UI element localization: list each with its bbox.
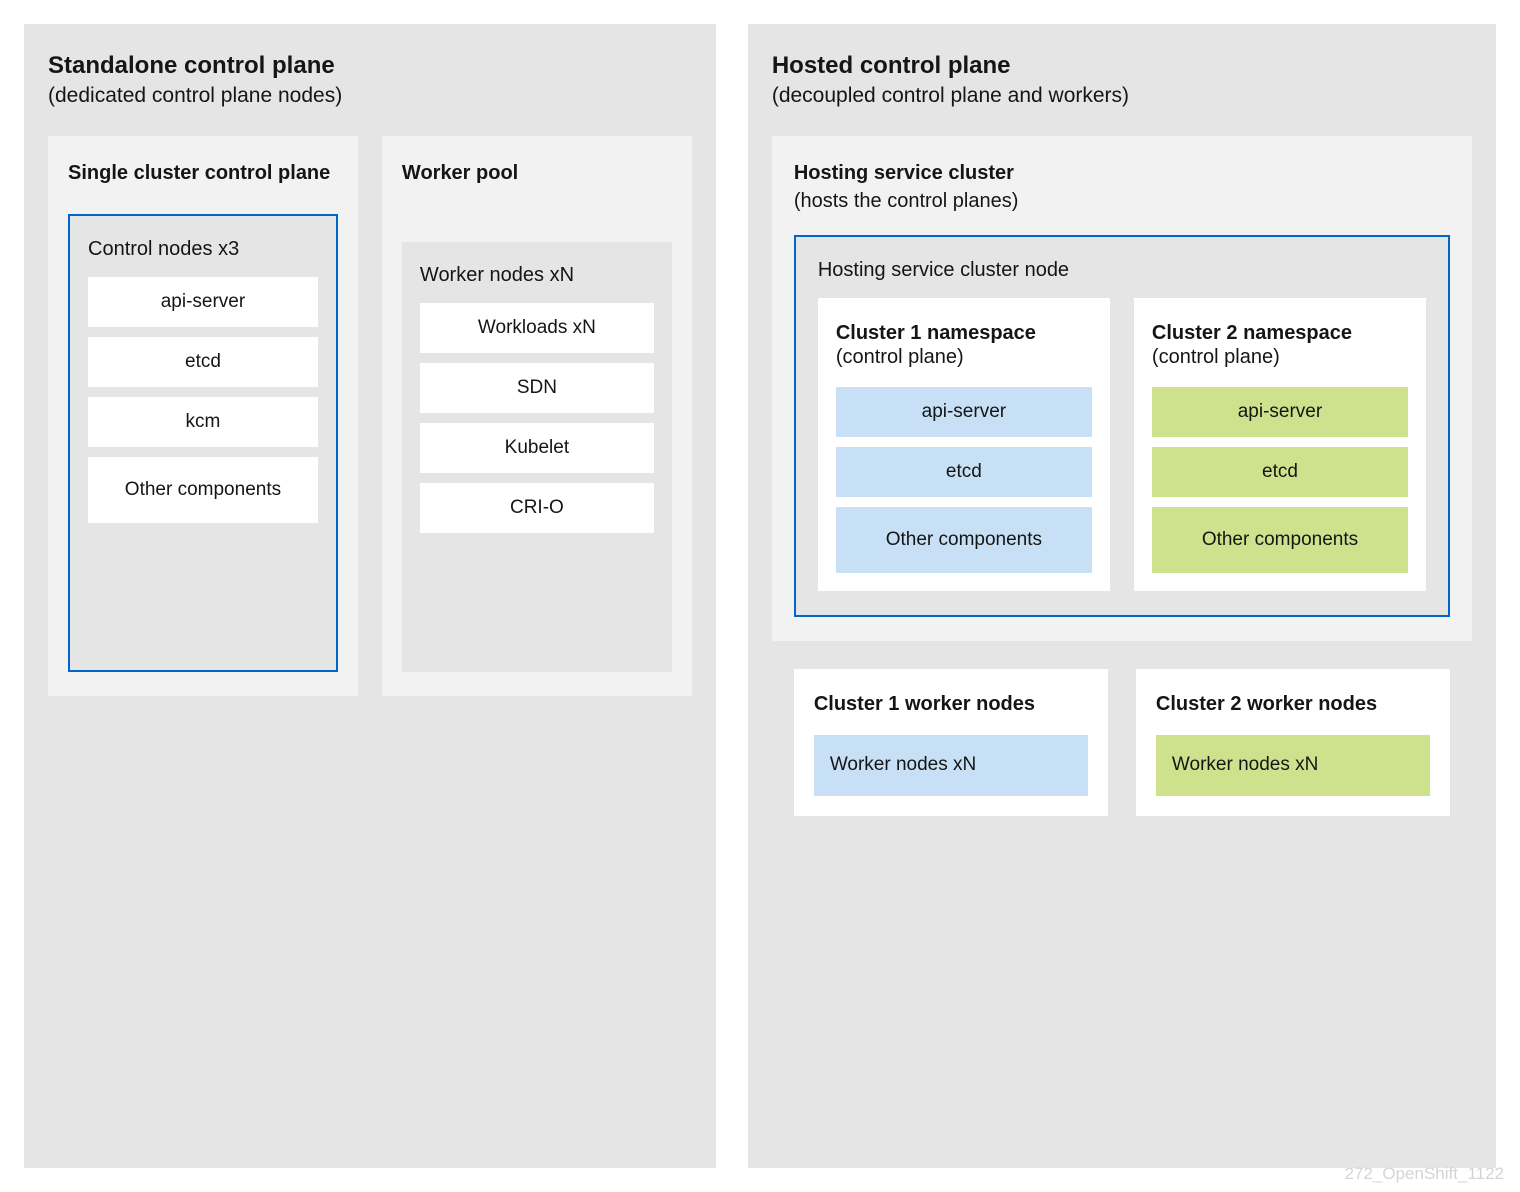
namespace-cluster1: Cluster 1 namespace (control plane) api-… [818, 298, 1110, 591]
hosting-cluster-node-box: Hosting service cluster node Cluster 1 n… [794, 235, 1450, 617]
standalone-panel: Standalone control plane (dedicated cont… [24, 24, 716, 1168]
ns2-item: etcd [1152, 447, 1408, 497]
component-item: SDN [420, 363, 654, 413]
standalone-title: Standalone control plane [48, 52, 692, 80]
cluster1-workers-item: Worker nodes xN [814, 735, 1088, 796]
namespace-cluster2: Cluster 2 namespace (control plane) api-… [1134, 298, 1426, 591]
namespaces-row: Cluster 1 namespace (control plane) api-… [818, 298, 1426, 591]
cluster2-workers-title: Cluster 2 worker nodes [1156, 691, 1430, 717]
hosted-subtitle: (decoupled control plane and workers) [772, 84, 1472, 108]
control-nodes-label: Control nodes x3 [88, 238, 318, 261]
hosting-cluster-card: Hosting service cluster (hosts the contr… [772, 136, 1472, 641]
ns1-sub: (control plane) [836, 346, 1092, 369]
component-item: api-server [88, 277, 318, 327]
ns1-title: Cluster 1 namespace [836, 320, 1092, 346]
worker-nodes-label: Worker nodes xN [420, 264, 654, 287]
cluster1-workers-title: Cluster 1 worker nodes [814, 691, 1088, 717]
single-cluster-card: Single cluster control plane Control nod… [48, 136, 358, 696]
component-item: Other components [88, 457, 318, 523]
ns1-item: api-server [836, 387, 1092, 437]
hosted-title: Hosted control plane [772, 52, 1472, 80]
ns2-item: api-server [1152, 387, 1408, 437]
component-item: etcd [88, 337, 318, 387]
watermark: 272_OpenShift_1122 [1345, 1164, 1504, 1184]
cluster2-workers-card: Cluster 2 worker nodes Worker nodes xN [1136, 669, 1450, 816]
ns2-item: Other components [1152, 507, 1408, 573]
worker-nodes-box: Worker nodes xN Workloads xN SDN Kubelet… [402, 242, 672, 672]
ns1-item: etcd [836, 447, 1092, 497]
component-item: Kubelet [420, 423, 654, 473]
hosting-cluster-node-label: Hosting service cluster node [818, 259, 1426, 282]
cluster1-workers-card: Cluster 1 worker nodes Worker nodes xN [794, 669, 1108, 816]
component-item: Workloads xN [420, 303, 654, 353]
ns1-item: Other components [836, 507, 1092, 573]
worker-pool-card: Worker pool Worker nodes xN Workloads xN… [382, 136, 692, 696]
ns2-sub: (control plane) [1152, 346, 1408, 369]
worker-pool-title: Worker pool [402, 160, 672, 186]
standalone-columns: Single cluster control plane Control nod… [48, 136, 692, 696]
standalone-subtitle: (dedicated control plane nodes) [48, 84, 692, 108]
worker-clusters-row: Cluster 1 worker nodes Worker nodes xN C… [772, 669, 1472, 816]
hosted-panel: Hosted control plane (decoupled control … [748, 24, 1496, 1168]
hosting-cluster-subtitle: (hosts the control planes) [794, 190, 1450, 213]
cluster2-workers-item: Worker nodes xN [1156, 735, 1430, 796]
control-nodes-box: Control nodes x3 api-server etcd kcm Oth… [68, 214, 338, 672]
ns2-title: Cluster 2 namespace [1152, 320, 1408, 346]
hosting-cluster-title: Hosting service cluster [794, 160, 1450, 186]
component-item: CRI-O [420, 483, 654, 533]
single-cluster-title: Single cluster control plane [68, 160, 338, 186]
component-item: kcm [88, 397, 318, 447]
